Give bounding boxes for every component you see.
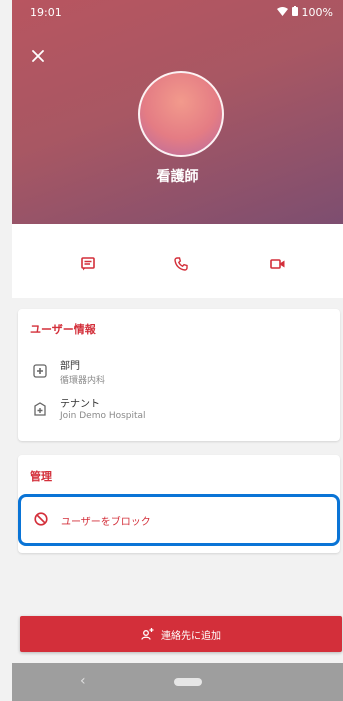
system-navigation-bar: ‹ (12, 663, 343, 701)
battery-level: 100% (301, 6, 333, 19)
department-icon (32, 363, 48, 379)
add-contact-button[interactable]: 連絡先に追加 (20, 616, 342, 652)
tenant-value: Join Demo Hospital (60, 411, 146, 421)
user-info-title: ユーザー情報 (30, 323, 96, 336)
department-label: 部門 (60, 361, 80, 372)
battery-icon (291, 6, 298, 19)
department-value: 循環器内科 (60, 376, 106, 386)
add-person-icon (141, 625, 155, 644)
tenant-label: テナント (60, 399, 100, 410)
profile-header: 19:01 100% 看護師 (12, 0, 343, 224)
add-contact-label: 連絡先に追加 (161, 630, 221, 642)
action-bar (12, 224, 343, 298)
avatar (138, 71, 224, 157)
block-user-label: ユーザーをブロック (61, 517, 151, 528)
status-indicators: 100% (276, 6, 333, 19)
status-time: 19:01 (30, 6, 62, 19)
video-icon (270, 259, 285, 269)
phone-icon (174, 257, 188, 271)
block-icon (34, 511, 48, 530)
status-bar: 19:01 100% (12, 0, 343, 24)
call-button[interactable] (171, 254, 191, 274)
admin-title: 管理 (30, 470, 52, 483)
message-icon (81, 257, 95, 271)
user-info-card: ユーザー情報 部門 循環器内科 テナント Join Demo Hospital (18, 309, 340, 441)
home-pill-icon[interactable] (174, 678, 202, 686)
close-icon (32, 50, 44, 62)
close-button[interactable] (28, 46, 48, 66)
profile-name: 看護師 (156, 169, 199, 185)
tenant-icon (32, 401, 48, 417)
message-button[interactable] (78, 254, 98, 274)
block-user-button[interactable]: ユーザーをブロック (18, 494, 340, 546)
video-call-button[interactable] (268, 254, 288, 274)
phone-screen: 19:01 100% 看護師 ユーザー情報 部門 循環器内科 テナント Join… (0, 0, 343, 701)
wifi-icon (276, 6, 288, 19)
back-icon[interactable]: ‹ (80, 673, 86, 689)
